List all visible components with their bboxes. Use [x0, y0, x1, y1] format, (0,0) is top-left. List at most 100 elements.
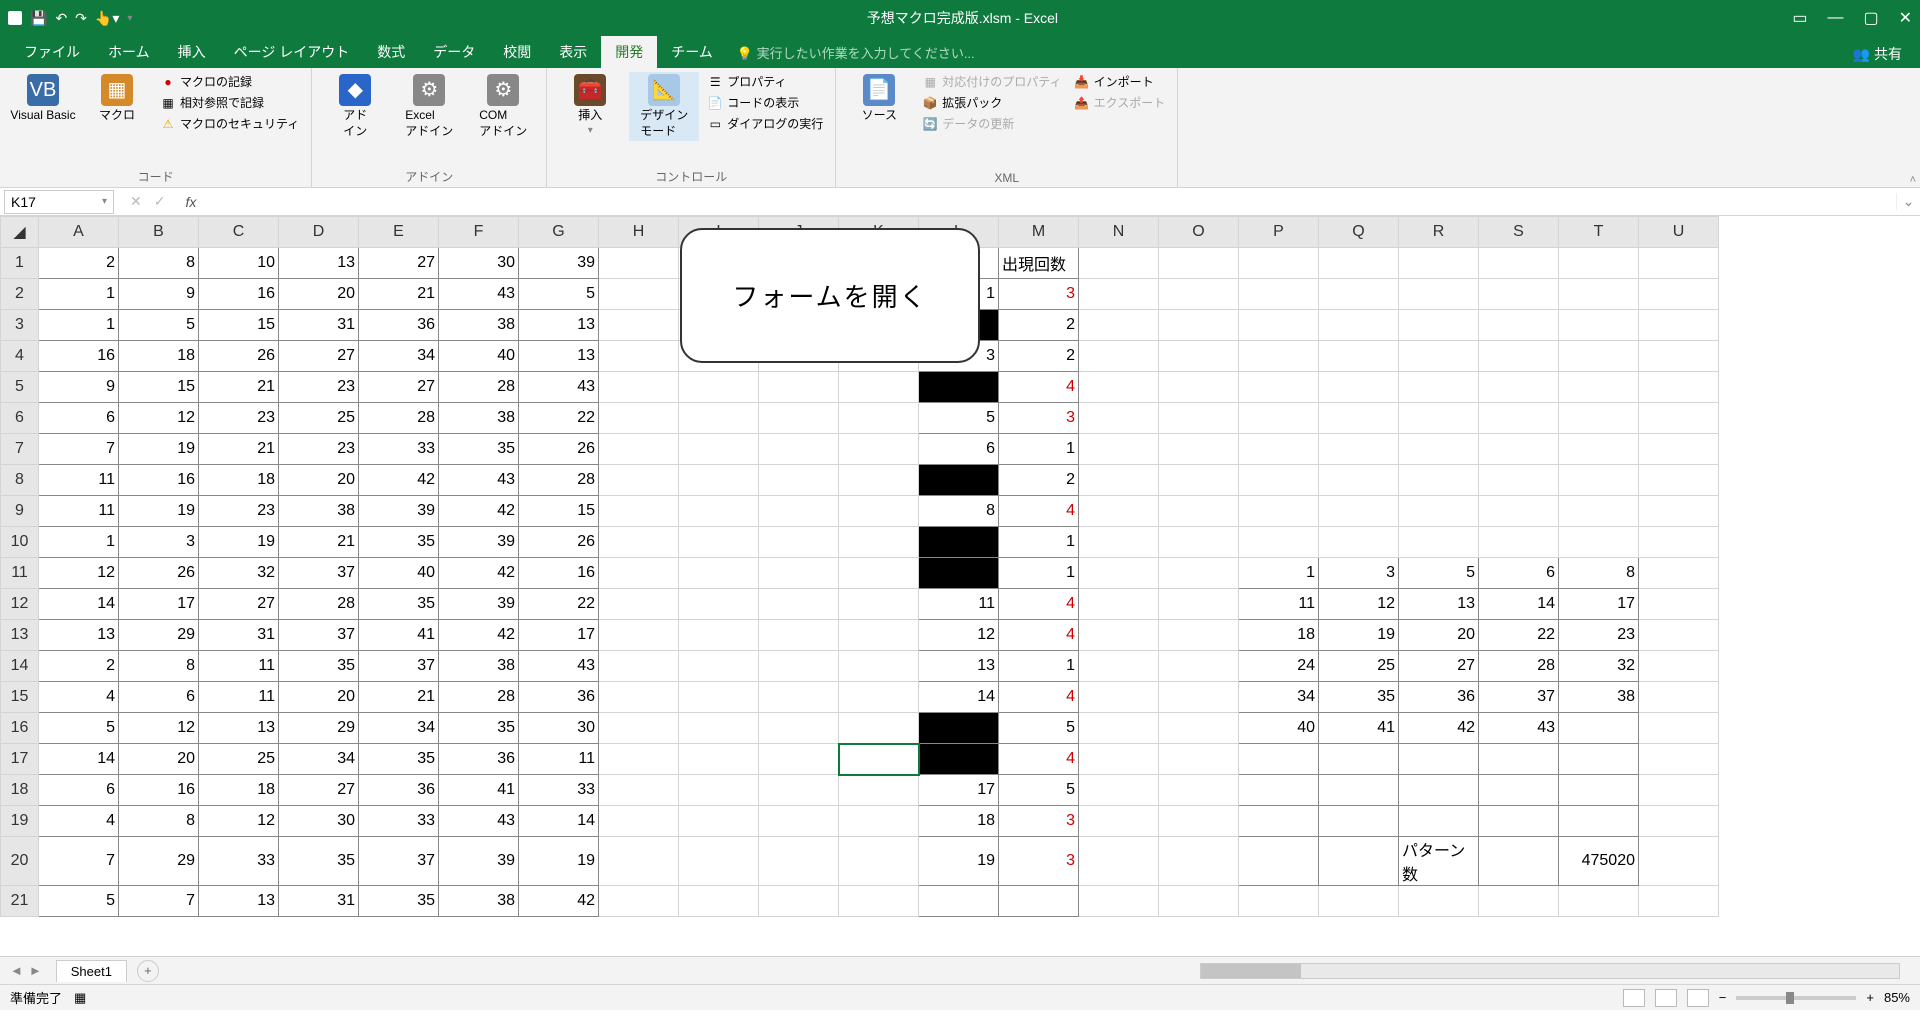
row-header-13[interactable]: 13: [1, 620, 39, 651]
tab-layout[interactable]: ページ レイアウト: [220, 36, 364, 68]
cell-A10[interactable]: 1: [39, 527, 119, 558]
tab-file[interactable]: ファイル: [10, 36, 94, 68]
cell-H6[interactable]: [599, 403, 679, 434]
cell-T12[interactable]: 17: [1559, 589, 1639, 620]
cell-C13[interactable]: 31: [199, 620, 279, 651]
cell-M1[interactable]: 出現回数: [999, 248, 1079, 279]
cell-Q4[interactable]: [1319, 341, 1399, 372]
cell-Q21[interactable]: [1319, 886, 1399, 917]
cell-U12[interactable]: [1639, 589, 1719, 620]
cell-H16[interactable]: [599, 713, 679, 744]
cell-N13[interactable]: [1079, 620, 1159, 651]
cell-R10[interactable]: [1399, 527, 1479, 558]
cell-H17[interactable]: [599, 744, 679, 775]
cell-N3[interactable]: [1079, 310, 1159, 341]
cell-R5[interactable]: [1399, 372, 1479, 403]
cell-H1[interactable]: [599, 248, 679, 279]
cell-C6[interactable]: 23: [199, 403, 279, 434]
cell-I21[interactable]: [679, 886, 759, 917]
cell-H14[interactable]: [599, 651, 679, 682]
cell-N12[interactable]: [1079, 589, 1159, 620]
cell-J5[interactable]: [759, 372, 839, 403]
cell-P8[interactable]: [1239, 465, 1319, 496]
cell-G15[interactable]: 36: [519, 682, 599, 713]
sheet-tab-sheet1[interactable]: Sheet1: [56, 960, 127, 982]
cell-E10[interactable]: 35: [359, 527, 439, 558]
cell-M18[interactable]: 5: [999, 775, 1079, 806]
cell-C7[interactable]: 21: [199, 434, 279, 465]
cell-T5[interactable]: [1559, 372, 1639, 403]
cell-K15[interactable]: [839, 682, 919, 713]
cell-D13[interactable]: 37: [279, 620, 359, 651]
cell-A13[interactable]: 13: [39, 620, 119, 651]
cell-E12[interactable]: 35: [359, 589, 439, 620]
cell-R17[interactable]: [1399, 744, 1479, 775]
cell-I16[interactable]: [679, 713, 759, 744]
cell-E1[interactable]: 27: [359, 248, 439, 279]
cell-S3[interactable]: [1479, 310, 1559, 341]
cell-J16[interactable]: [759, 713, 839, 744]
cell-D14[interactable]: 35: [279, 651, 359, 682]
cell-O2[interactable]: [1159, 279, 1239, 310]
cell-S7[interactable]: [1479, 434, 1559, 465]
cell-L15[interactable]: 14: [919, 682, 999, 713]
row-header-1[interactable]: 1: [1, 248, 39, 279]
cell-O21[interactable]: [1159, 886, 1239, 917]
cell-T1[interactable]: [1559, 248, 1639, 279]
cell-M19[interactable]: 3: [999, 806, 1079, 837]
cell-R12[interactable]: 13: [1399, 589, 1479, 620]
cell-L21[interactable]: [919, 886, 999, 917]
row-header-7[interactable]: 7: [1, 434, 39, 465]
cell-T8[interactable]: [1559, 465, 1639, 496]
visual-basic-button[interactable]: VBVisual Basic: [8, 72, 78, 126]
normal-view-button[interactable]: [1623, 989, 1645, 1007]
cell-M2[interactable]: 3: [999, 279, 1079, 310]
cell-R16[interactable]: 42: [1399, 713, 1479, 744]
cell-Q3[interactable]: [1319, 310, 1399, 341]
cell-G12[interactable]: 22: [519, 589, 599, 620]
cell-L14[interactable]: 13: [919, 651, 999, 682]
cell-J18[interactable]: [759, 775, 839, 806]
row-header-15[interactable]: 15: [1, 682, 39, 713]
cell-G10[interactable]: 26: [519, 527, 599, 558]
cell-U6[interactable]: [1639, 403, 1719, 434]
expansion-pack-button[interactable]: 📦拡張パック: [918, 93, 1065, 112]
cell-O13[interactable]: [1159, 620, 1239, 651]
cell-P20[interactable]: [1239, 837, 1319, 886]
cell-G17[interactable]: 11: [519, 744, 599, 775]
cell-Q12[interactable]: 12: [1319, 589, 1399, 620]
cell-D9[interactable]: 38: [279, 496, 359, 527]
cell-N18[interactable]: [1079, 775, 1159, 806]
cell-C19[interactable]: 12: [199, 806, 279, 837]
row-header-20[interactable]: 20: [1, 837, 39, 886]
cell-J14[interactable]: [759, 651, 839, 682]
col-header-F[interactable]: F: [439, 217, 519, 248]
cell-L12[interactable]: 11: [919, 589, 999, 620]
cell-S2[interactable]: [1479, 279, 1559, 310]
cell-L20[interactable]: 19: [919, 837, 999, 886]
cell-S15[interactable]: 37: [1479, 682, 1559, 713]
horizontal-scrollbar[interactable]: [1200, 963, 1900, 979]
cell-I14[interactable]: [679, 651, 759, 682]
cell-O10[interactable]: [1159, 527, 1239, 558]
cell-I6[interactable]: [679, 403, 759, 434]
select-all[interactable]: ◢: [1, 217, 39, 248]
cell-Q2[interactable]: [1319, 279, 1399, 310]
cell-U4[interactable]: [1639, 341, 1719, 372]
cell-S11[interactable]: 6: [1479, 558, 1559, 589]
cell-K12[interactable]: [839, 589, 919, 620]
cell-E6[interactable]: 28: [359, 403, 439, 434]
cell-C17[interactable]: 25: [199, 744, 279, 775]
cell-M3[interactable]: 2: [999, 310, 1079, 341]
cell-B18[interactable]: 16: [119, 775, 199, 806]
cell-H7[interactable]: [599, 434, 679, 465]
cell-U9[interactable]: [1639, 496, 1719, 527]
cell-K21[interactable]: [839, 886, 919, 917]
col-header-G[interactable]: G: [519, 217, 599, 248]
col-header-P[interactable]: P: [1239, 217, 1319, 248]
cell-F15[interactable]: 28: [439, 682, 519, 713]
cell-S16[interactable]: 43: [1479, 713, 1559, 744]
cell-P12[interactable]: 11: [1239, 589, 1319, 620]
cell-O20[interactable]: [1159, 837, 1239, 886]
cell-J7[interactable]: [759, 434, 839, 465]
